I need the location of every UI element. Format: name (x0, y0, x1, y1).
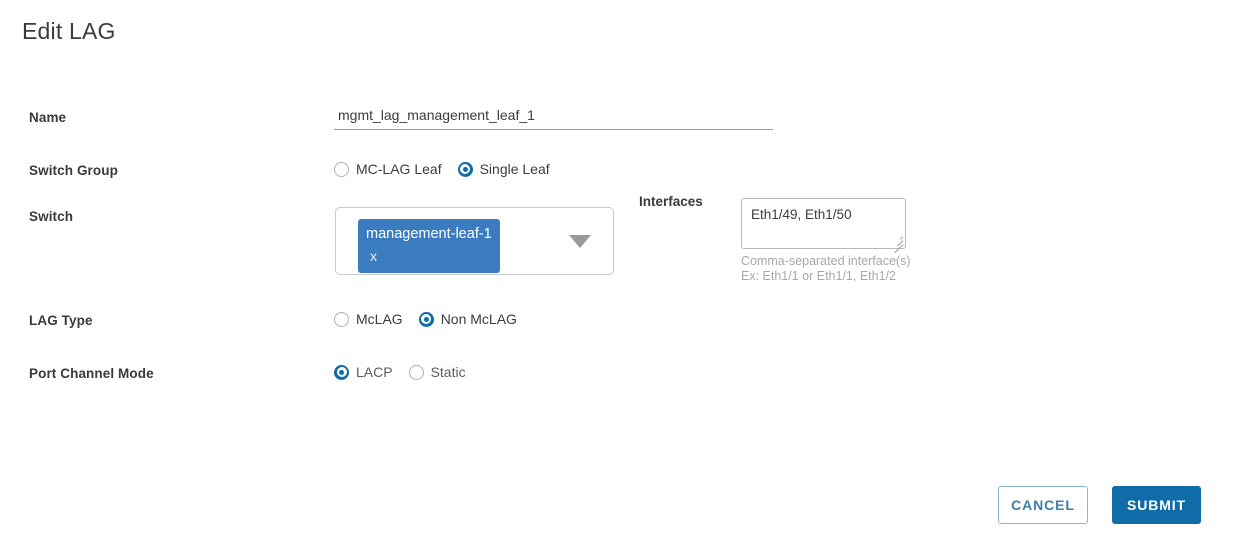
radio-option-non-mclag[interactable]: Non McLAG (418, 311, 517, 327)
radio-icon-selected (457, 161, 473, 177)
switch-label: Switch (29, 209, 74, 224)
switch-group-label: Switch Group (29, 163, 118, 178)
radio-icon-unselected (334, 161, 349, 177)
name-input[interactable] (334, 104, 773, 130)
radio-icon-unselected (408, 364, 424, 380)
radio-label-mclag: McLAG (356, 311, 403, 327)
switch-chip-management-leaf-1[interactable]: management-leaf-1 x (358, 219, 500, 273)
interfaces-help-line-1: Comma-separated interface(s) (741, 254, 911, 268)
dialog-footer: CANCEL SUBMIT (0, 486, 1247, 526)
name-label: Name (29, 110, 67, 125)
port-channel-mode-radios: LACP Static (334, 364, 466, 380)
radio-icon-selected (418, 311, 434, 327)
submit-button[interactable]: SUBMIT (1112, 486, 1201, 524)
radio-label-static: Static (430, 364, 466, 380)
edit-lag-form: Name Switch Group MC-LAG Leaf Single Lea… (0, 0, 1247, 470)
radio-option-mclag[interactable]: McLAG (334, 311, 403, 327)
chevron-down-icon[interactable] (569, 235, 591, 248)
interfaces-label: Interfaces (639, 194, 703, 209)
interfaces-help-line-2: Ex: Eth1/1 or Eth1/1, Eth1/2 (741, 269, 896, 283)
lag-type-radios: McLAG Non McLAG (334, 311, 517, 327)
radio-option-single-leaf[interactable]: Single Leaf (457, 161, 550, 177)
interfaces-textarea[interactable] (741, 198, 906, 249)
radio-label-mc-lag-leaf: MC-LAG Leaf (356, 161, 442, 177)
switch-group-radios: MC-LAG Leaf Single Leaf (334, 161, 550, 177)
radio-option-mc-lag-leaf[interactable]: MC-LAG Leaf (334, 161, 442, 177)
lag-type-label: LAG Type (29, 313, 93, 328)
switch-chip-label: management-leaf-1 (366, 226, 492, 242)
cancel-button[interactable]: CANCEL (998, 486, 1088, 524)
radio-icon-unselected (334, 311, 349, 327)
radio-label-lacp: LACP (356, 364, 393, 380)
radio-label-non-mclag: Non McLAG (440, 311, 517, 327)
radio-label-single-leaf: Single Leaf (479, 161, 550, 177)
radio-option-lacp[interactable]: LACP (334, 364, 393, 380)
radio-icon-selected (334, 364, 349, 380)
switch-multiselect[interactable]: management-leaf-1 x (335, 207, 614, 275)
radio-option-static[interactable]: Static (408, 364, 466, 380)
port-channel-mode-label: Port Channel Mode (29, 366, 154, 381)
chip-remove-icon[interactable]: x (370, 245, 377, 267)
